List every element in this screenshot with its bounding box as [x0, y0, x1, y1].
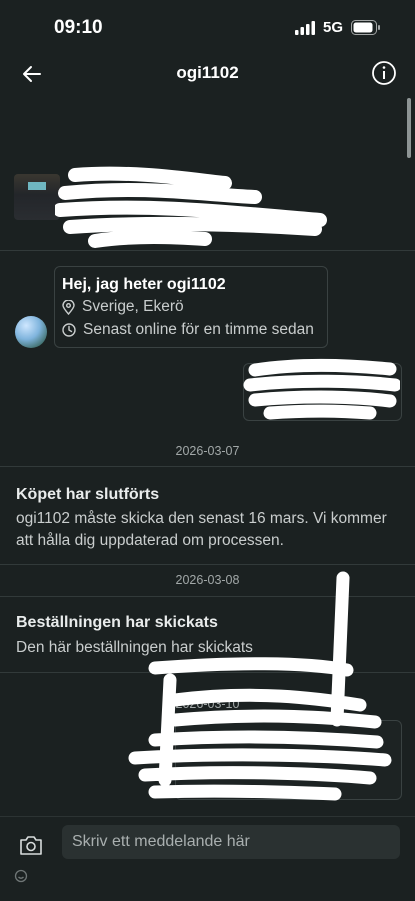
divider	[0, 250, 415, 251]
status-icons: 5G	[294, 19, 381, 36]
camera-icon[interactable]	[19, 834, 43, 856]
divider	[0, 466, 415, 467]
date-separator: 2026-03-07	[175, 444, 240, 458]
info-icon[interactable]	[371, 60, 397, 86]
clock-icon	[62, 323, 76, 337]
profile-location-row: Sverige, Ekerö	[62, 298, 184, 316]
avatar[interactable]	[15, 316, 47, 348]
signal-icon	[294, 20, 315, 35]
redaction-scribble	[55, 166, 327, 248]
message-input[interactable]	[62, 825, 400, 859]
battery-icon	[351, 20, 380, 35]
system-message-text: ogi1102 måste skicka den senast 16 mars.…	[16, 510, 387, 549]
message-composer	[0, 816, 415, 901]
listing-thumbnail[interactable]	[14, 174, 60, 220]
status-time: 09:10	[54, 17, 103, 38]
location-pin-icon	[62, 299, 75, 315]
profile-online-row: Senast online för en timme sedan	[62, 321, 314, 339]
sticker-icon[interactable]	[14, 869, 28, 883]
profile-location: Sverige, Ekerö	[82, 298, 184, 315]
conversation-title: ogi1102	[176, 63, 239, 82]
redaction-scribble	[243, 358, 400, 420]
item-image-detail	[28, 182, 46, 190]
profile-greeting: Hej, jag heter ogi1102	[62, 276, 226, 293]
scrollbar[interactable]	[407, 98, 411, 158]
system-message-title: Köpet har slutförts	[16, 486, 160, 503]
profile-card[interactable]: Hej, jag heter ogi1102 Sverige, Ekerö Se…	[54, 266, 328, 348]
conversation-header: ogi1102	[0, 56, 415, 92]
divider	[0, 564, 415, 565]
redaction-scribble	[128, 571, 392, 801]
profile-last-online: Senast online för en timme sedan	[83, 321, 314, 338]
status-bar: 09:10 5G	[0, 0, 415, 56]
network-label: 5G	[322, 19, 343, 36]
